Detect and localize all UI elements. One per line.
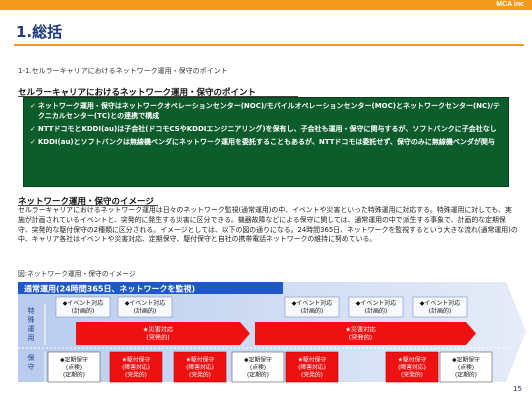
disaster-label: ★災害対応 xyxy=(143,326,173,334)
urgent-maintenance-label: (障害対応) xyxy=(398,363,426,371)
row-label-special-ops: 殊 xyxy=(28,315,35,324)
row-label-maintenance: 守 xyxy=(28,362,35,371)
urgent-maintenance-label: ★駆付保守 xyxy=(298,355,327,363)
regular-maintenance-label: ◆定期保守 xyxy=(452,355,480,363)
regular-maintenance-label: (定期的) xyxy=(455,371,477,379)
disaster-label: (突発的) xyxy=(146,334,169,342)
event-label: ◆イベント対応 xyxy=(356,299,397,307)
urgent-maintenance-label: (障害対応) xyxy=(298,363,326,371)
urgent-maintenance-label: (突発的) xyxy=(401,371,423,379)
event-label: ◆イベント対応 xyxy=(420,299,461,307)
urgent-maintenance-label: (障害対応) xyxy=(122,363,150,371)
event-label: (計画的) xyxy=(429,307,452,315)
event-label: ◆イベント対応 xyxy=(63,299,104,307)
row-label-special-ops: 運 xyxy=(28,324,35,333)
row-label-special-ops: 用 xyxy=(28,334,35,342)
urgent-maintenance-label: (突発的) xyxy=(189,371,211,379)
disaster-label: (突発的) xyxy=(349,334,372,342)
urgent-maintenance-label: (突発的) xyxy=(301,371,323,379)
regular-maintenance-label: (定期的) xyxy=(63,371,85,379)
urgent-maintenance-label: ★駆付保守 xyxy=(186,355,215,363)
regular-maintenance-label: ◆定期保守 xyxy=(60,355,88,363)
regular-maintenance-label: (点検) xyxy=(66,363,82,371)
row-label-maintenance: 保 xyxy=(28,353,35,362)
regular-maintenance-label: (点検) xyxy=(458,363,474,371)
event-label: (計画的) xyxy=(301,307,324,315)
page-number: 15 xyxy=(513,385,522,393)
regular-maintenance-label: (点検) xyxy=(250,363,266,371)
regular-maintenance-label: (定期的) xyxy=(247,371,269,379)
urgent-maintenance-label: ★駆付保守 xyxy=(122,355,151,363)
disaster-label: ★災害対応 xyxy=(345,326,375,334)
urgent-maintenance-label: ★駆付保守 xyxy=(398,355,427,363)
regular-maintenance-label: ◆定期保守 xyxy=(244,355,272,363)
event-label: (計画的) xyxy=(72,307,95,315)
operations-diagram: 通常運用(24時間365日、ネットワークを監視) 特殊運用保守 ◆イベント対応(… xyxy=(18,282,526,383)
event-label: (計画的) xyxy=(365,307,388,315)
urgent-maintenance-label: (障害対応) xyxy=(186,363,214,371)
event-label: ◆イベント対応 xyxy=(125,299,166,307)
row-label-special-ops: 特 xyxy=(28,306,35,315)
urgent-maintenance-label: (突発的) xyxy=(125,371,147,379)
banner-text: 通常運用(24時間365日、ネットワークを監視) xyxy=(24,284,195,294)
event-label: ◆イベント対応 xyxy=(292,299,333,307)
event-label: (計画的) xyxy=(134,307,157,315)
